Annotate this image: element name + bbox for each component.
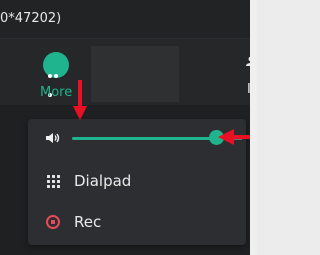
background-gutter (250, 0, 257, 255)
more-icon (43, 52, 69, 97)
video-tile (91, 46, 179, 102)
rec-label: Rec (74, 213, 102, 231)
user-button[interactable]: In (240, 52, 250, 97)
dialpad-label: Dialpad (74, 172, 132, 190)
annotation-arrow-down (73, 80, 87, 120)
window-title: 0*47202) (0, 11, 62, 26)
more-label: More (40, 85, 73, 100)
title-bar: 0*47202) (0, 0, 250, 39)
more-menu: Dialpad Rec (28, 119, 246, 245)
volume-slider-fill[interactable] (72, 137, 217, 140)
dialpad-icon (47, 175, 61, 189)
menu-item-dialpad[interactable]: Dialpad (28, 161, 246, 201)
record-icon (46, 215, 60, 229)
menu-item-rec[interactable]: Rec (28, 202, 246, 242)
annotation-arrow-left (218, 129, 250, 145)
speaker-icon[interactable] (44, 129, 62, 147)
app-window: 0*47202) More In (0, 0, 250, 255)
volume-row (28, 119, 246, 159)
